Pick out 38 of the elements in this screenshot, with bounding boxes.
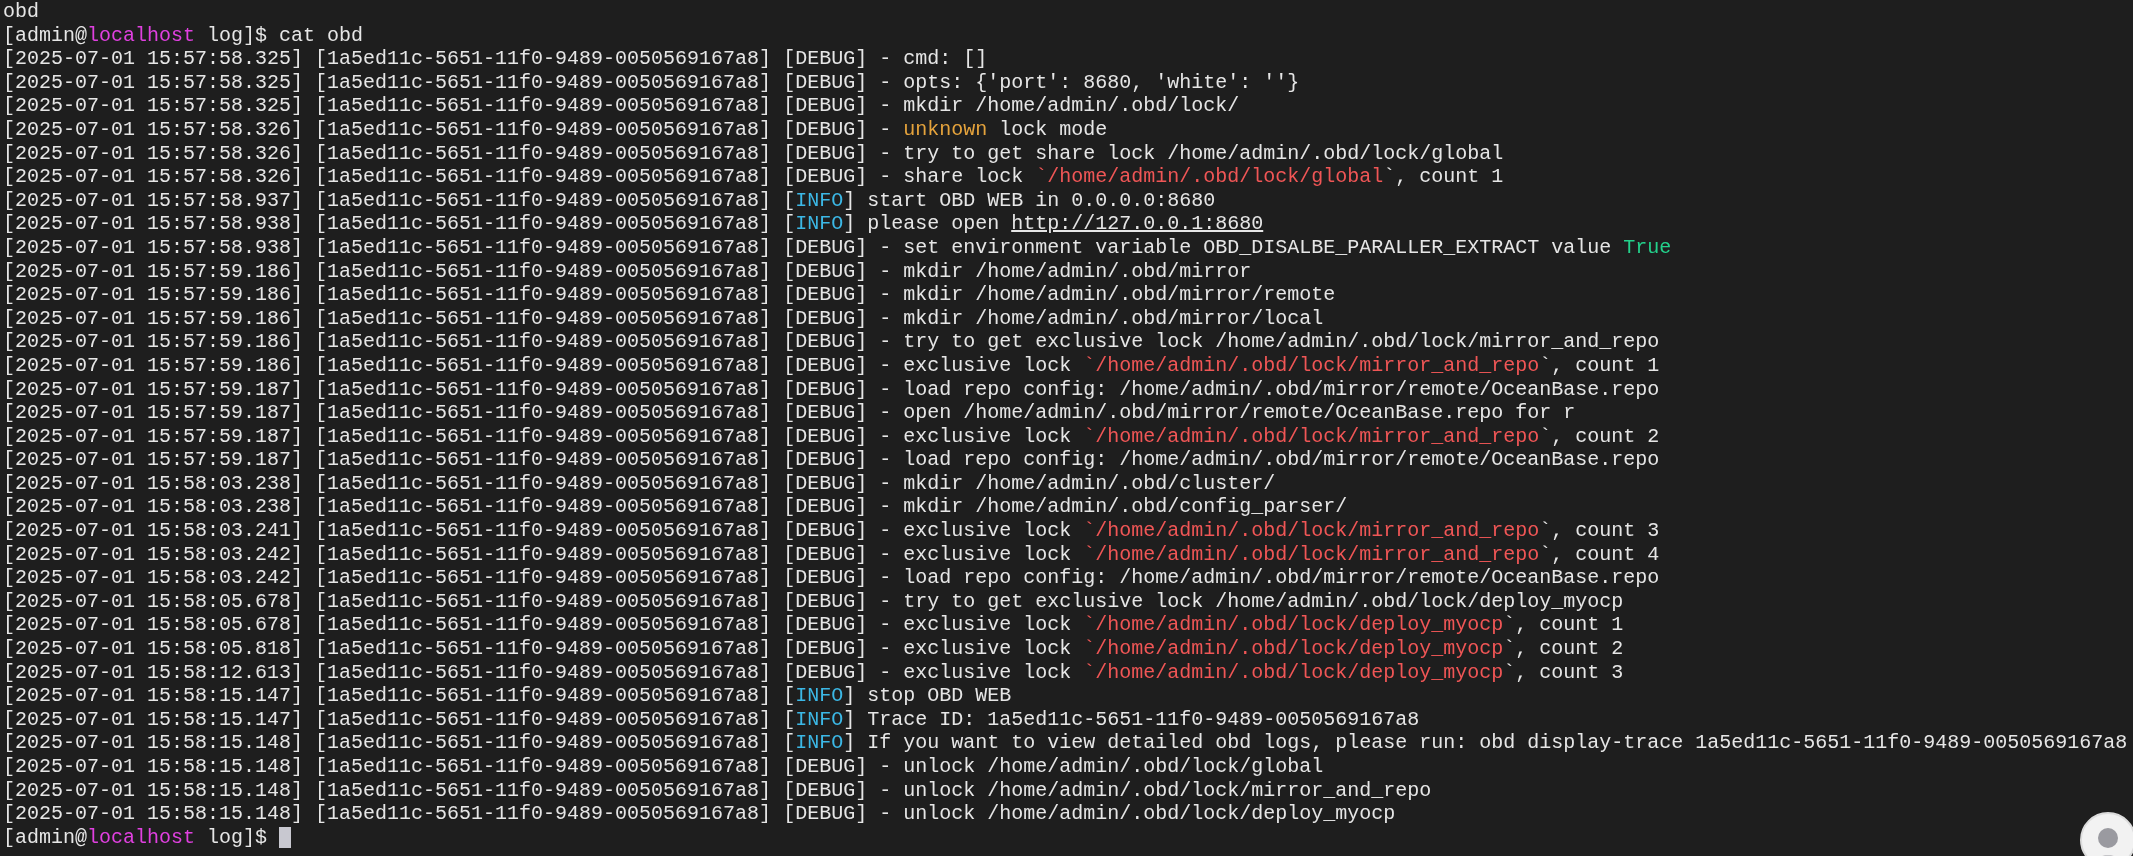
terminal-line: [2025-07-01 15:58:05.818] [1a5ed11c-5651-11f0-9489-0050569167a8] [DEBUG] - exclusive lock `/home/admin/.obd/lock/deploy_myocp`, count 2	[3, 637, 1624, 661]
terminal-line: [2025-07-01 15:58:05.678] [1a5ed11c-5651-11f0-9489-0050569167a8] [DEBUG] - try to get exclusive lock /home/admin/.obd/lock/deploy_myocp	[3, 589, 1624, 614]
terminal-line: [2025-07-01 15:57:58.326] [1a5ed11c-5651-11f0-9489-0050569167a8] [DEBUG] - share lock `/home/admin/.obd/lock/global`, count 1	[3, 165, 1504, 189]
terminal-line: obd	[3, 0, 39, 24]
terminal-line: [2025-07-01 15:58:03.241] [1a5ed11c-5651-11f0-9489-0050569167a8] [DEBUG] - exclusive lock `/home/admin/.obd/lock/mirror_and_repo`, count 3	[3, 519, 1660, 543]
terminal-line: [2025-07-01 15:57:59.187] [1a5ed11c-5651-11f0-9489-0050569167a8] [DEBUG] - exclusive lock `/home/admin/.obd/lock/mirror_and_repo`, count 2	[3, 424, 1660, 449]
terminal-line: [2025-07-01 15:57:58.325] [1a5ed11c-5651-11f0-9489-0050569167a8] [DEBUG] - mkdir /home/admin/.obd/lock/	[3, 94, 1240, 118]
terminal-line: [2025-07-01 15:58:03.242] [1a5ed11c-5651-11f0-9489-0050569167a8] [DEBUG] - load repo config: /home/admin/.obd/mirror/remote/OceanBase.repo	[3, 566, 1660, 590]
terminal-line: [2025-07-01 15:58:03.238] [1a5ed11c-5651-11f0-9489-0050569167a8] [DEBUG] - mkdir /home/admin/.obd/config_parser/	[3, 495, 1348, 520]
terminal-line: [2025-07-01 15:58:05.678] [1a5ed11c-5651-11f0-9489-0050569167a8] [DEBUG] - exclusive lock `/home/admin/.obd/lock/deploy_myocp`, count 1	[3, 613, 1624, 638]
terminal-line: [2025-07-01 15:58:15.148] [1a5ed11c-5651-11f0-9489-0050569167a8] [DEBUG] - unlock /home/admin/.obd/lock/mirror_and_repo	[3, 778, 1432, 803]
terminal-line: [2025-07-01 15:57:58.938] [1a5ed11c-5651-11f0-9489-0050569167a8] [DEBUG] - set environment variable OBD_DISALBE_PARALLER_EXTRACT value True	[3, 235, 1672, 260]
terminal-line: [2025-07-01 15:58:03.238] [1a5ed11c-5651-11f0-9489-0050569167a8] [DEBUG] - mkdir /home/admin/.obd/cluster/	[3, 471, 1276, 496]
terminal-line: [2025-07-01 15:57:58.937] [1a5ed11c-5651-11f0-9489-0050569167a8] [INFO] start OBD WEB in 0.0.0.0:8680	[3, 188, 1216, 213]
terminal-line: [2025-07-01 15:57:59.187] [1a5ed11c-5651-11f0-9489-0050569167a8] [DEBUG] - load repo config: /home/admin/.obd/mirror/remote/OceanBase.repo	[3, 448, 1660, 472]
terminal-line: [2025-07-01 15:58:15.148] [1a5ed11c-5651-11f0-9489-0050569167a8] [DEBUG] - unlock /home/admin/.obd/lock/deploy_myocp	[3, 802, 1396, 826]
terminal-line: [2025-07-01 15:58:03.242] [1a5ed11c-5651-11f0-9489-0050569167a8] [DEBUG] - exclusive lock `/home/admin/.obd/lock/mirror_and_repo`, count 4	[3, 542, 1660, 567]
terminal-line: [2025-07-01 15:58:15.147] [1a5ed11c-5651-11f0-9489-0050569167a8] [INFO] Trace ID: 1a5ed11c-5651-11f0-9489-0050569167a8	[3, 707, 1420, 732]
terminal-line: [admin@localhost log]$	[3, 825, 269, 850]
url-link[interactable]: http://127.0.0.1:8680	[1011, 212, 1264, 236]
terminal-line: [admin@localhost log]$ cat obd	[3, 23, 364, 48]
terminal-line: [2025-07-01 15:57:58.326] [1a5ed11c-5651-11f0-9489-0050569167a8] [DEBUG] - try to get share lock /home/admin/.obd/lock/global	[3, 141, 1504, 166]
terminal-line: [2025-07-01 15:57:58.325] [1a5ed11c-5651-11f0-9489-0050569167a8] [DEBUG] - opts: {'port': 8680, 'white': ''}	[3, 70, 1300, 95]
terminal-line: [2025-07-01 15:57:59.187] [1a5ed11c-5651-11f0-9489-0050569167a8] [DEBUG] - open /home/admin/.obd/mirror/remote/OceanBase.repo for r	[3, 401, 1576, 425]
avatar-icon	[2080, 812, 2133, 856]
terminal-line: [2025-07-01 15:58:12.613] [1a5ed11c-5651-11f0-9489-0050569167a8] [DEBUG] - exclusive lock `/home/admin/.obd/lock/deploy_myocp`, count 3	[3, 660, 1624, 685]
terminal-line: [2025-07-01 15:57:58.938] [1a5ed11c-5651-11f0-9489-0050569167a8] [INFO] please open http://127.0.0.1:8680	[3, 212, 1264, 236]
terminal-line: [2025-07-01 15:57:59.186] [1a5ed11c-5651-11f0-9489-0050569167a8] [DEBUG] - exclusive lock `/home/admin/.obd/lock/mirror_and_repo`, count 1	[3, 353, 1660, 378]
terminal-line: [2025-07-01 15:57:58.326] [1a5ed11c-5651-11f0-9489-0050569167a8] [DEBUG] - unknown lock mode	[3, 117, 1108, 142]
terminal-line: [2025-07-01 15:57:59.186] [1a5ed11c-5651-11f0-9489-0050569167a8] [DEBUG] - mkdir /home/admin/.obd/mirror	[3, 259, 1252, 284]
terminal-line: [2025-07-01 15:58:15.148] [1a5ed11c-5651-11f0-9489-0050569167a8] [INFO] If you want to view detailed obd logs, please run: obd display-trace 1a5ed11c-5651-11f0-9489-0050569167a8	[3, 731, 2128, 755]
terminal-line: [2025-07-01 15:58:15.148] [1a5ed11c-5651-11f0-9489-0050569167a8] [DEBUG] - unlock /home/admin/.obd/lock/global	[3, 755, 1324, 779]
terminal-line: [2025-07-01 15:58:15.147] [1a5ed11c-5651-11f0-9489-0050569167a8] [INFO] stop OBD WEB	[3, 684, 1012, 708]
terminal-line: [2025-07-01 15:57:59.186] [1a5ed11c-5651-11f0-9489-0050569167a8] [DEBUG] - try to get exclusive lock /home/admin/.obd/lock/mirror_and_repo	[3, 330, 1660, 354]
terminal-line: [2025-07-01 15:57:59.186] [1a5ed11c-5651-11f0-9489-0050569167a8] [DEBUG] - mkdir /home/admin/.obd/mirror/remote	[3, 283, 1336, 307]
terminal-line: [2025-07-01 15:57:59.186] [1a5ed11c-5651-11f0-9489-0050569167a8] [DEBUG] - mkdir /home/admin/.obd/mirror/local	[3, 306, 1324, 331]
terminal-line: [2025-07-01 15:57:58.325] [1a5ed11c-5651-11f0-9489-0050569167a8] [DEBUG] - cmd: []	[3, 47, 988, 71]
terminal-line: [2025-07-01 15:57:59.187] [1a5ed11c-5651-11f0-9489-0050569167a8] [DEBUG] - load repo config: /home/admin/.obd/mirror/remote/OceanBase.repo	[3, 377, 1660, 402]
